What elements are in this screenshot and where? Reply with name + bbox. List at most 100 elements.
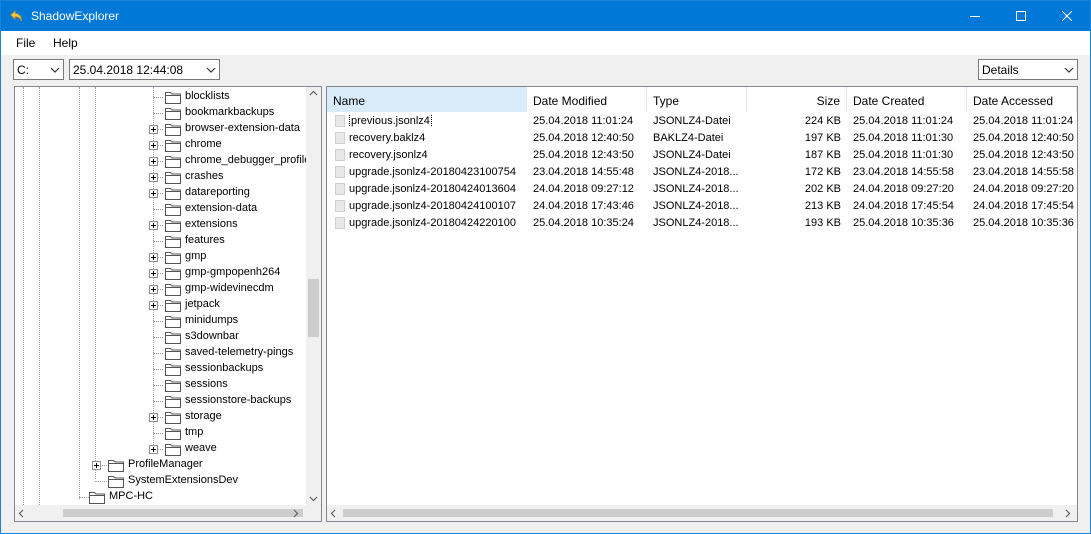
title-bar[interactable]: ShadowExplorer — [1, 1, 1090, 31]
list-horizontal-scrollbar[interactable] — [327, 505, 1077, 521]
expand-plus-icon[interactable] — [149, 173, 158, 182]
tree-item-label: tmp — [185, 426, 204, 438]
expand-plus-icon[interactable] — [149, 141, 158, 150]
tree-vertical-scroll-thumb[interactable] — [308, 279, 319, 337]
folder-icon — [165, 172, 181, 184]
view-select[interactable]: Details — [978, 59, 1078, 80]
tree-connector-line — [153, 209, 163, 210]
cell-name: recovery.jsonlz4 — [349, 149, 428, 161]
table-row[interactable]: recovery.jsonlz4 25.04.2018 12:43:50 JSONL… — [327, 147, 1077, 164]
cell-date-created: 23.04.2018 14:55:58 — [853, 166, 954, 178]
tree-connector-line — [153, 321, 163, 322]
expand-plus-icon[interactable] — [149, 125, 158, 134]
drive-select[interactable]: C: — [13, 59, 64, 80]
chevron-down-icon — [1064, 67, 1074, 73]
view-select-value: Details — [982, 63, 1019, 77]
folder-icon — [165, 364, 181, 376]
cell-date-accessed: 24.04.2018 09:27:20 — [973, 183, 1074, 195]
folder-icon — [108, 460, 124, 472]
column-header-date-modified[interactable]: Date Modified — [527, 87, 647, 112]
tree-item-label: MPC-HC — [109, 490, 153, 502]
cell-type: JSONLZ4-2018... — [653, 166, 739, 178]
expand-plus-icon[interactable] — [149, 269, 158, 278]
cell-size: 202 KB — [804, 183, 841, 195]
tree-connector-line — [153, 369, 163, 370]
folder-icon — [165, 188, 181, 200]
column-header-size[interactable]: Size — [747, 87, 847, 112]
table-row[interactable]: recovery.baklz4 25.04.2018 12:40:50 BAKLZ4… — [327, 130, 1077, 147]
scroll-down-arrow-icon[interactable] — [309, 495, 318, 502]
minimize-button[interactable] — [952, 1, 998, 31]
expand-plus-icon[interactable] — [149, 285, 158, 294]
maximize-button[interactable] — [998, 1, 1044, 31]
tree-item-label: crashes — [185, 170, 224, 182]
close-button[interactable] — [1044, 1, 1090, 31]
folder-icon — [165, 348, 181, 360]
folder-icon — [165, 444, 181, 456]
tree-item-label: sessionstore-backups — [185, 394, 292, 406]
folder-icon — [165, 428, 181, 440]
expand-plus-icon[interactable] — [149, 221, 158, 230]
tree-item-label: sessions — [185, 378, 228, 390]
tree-horizontal-scrollbar[interactable] — [15, 505, 321, 521]
list-horizontal-scroll-thumb[interactable] — [343, 509, 1053, 517]
column-header-type[interactable]: Type — [647, 87, 747, 112]
scroll-up-arrow-icon[interactable] — [309, 90, 318, 97]
menu-file[interactable]: File — [16, 36, 35, 50]
cell-date-created: 25.04.2018 11:01:30 — [853, 132, 954, 144]
cell-size: 224 KB — [804, 115, 841, 127]
tree-horizontal-scroll-thumb[interactable] — [63, 509, 303, 517]
file-icon — [335, 183, 345, 195]
cell-date-created: 25.04.2018 10:35:36 — [853, 217, 954, 229]
tree-item-label: bookmarkbackups — [185, 106, 275, 118]
snapshot-select[interactable]: 25.04.2018 12:44:08 — [69, 59, 220, 80]
tree-item-label: saved-telemetry-pings — [185, 346, 294, 358]
cell-date-accessed: 25.04.2018 12:43:50 — [973, 149, 1074, 161]
cell-type: JSONLZ4-Datei — [653, 149, 731, 161]
expand-plus-icon[interactable] — [149, 253, 158, 262]
file-list[interactable]: Name Date Modified Type Size Date Create… — [326, 86, 1078, 522]
scroll-right-arrow-icon[interactable] — [1064, 509, 1071, 518]
table-row[interactable]: upgrade.jsonlz4-20180424220100 25.04.2018… — [327, 215, 1077, 232]
folder-icon — [89, 492, 105, 504]
tree-vertical-scrollbar[interactable] — [306, 87, 321, 505]
folder-icon — [165, 236, 181, 248]
column-header-date-created[interactable]: Date Created — [847, 87, 967, 112]
tree-item-label: features — [185, 234, 225, 246]
folder-tree[interactable]: blocklists bookmarkbackups browser-extensi… — [14, 86, 322, 522]
file-icon — [335, 200, 345, 212]
expand-plus-icon[interactable] — [149, 413, 158, 422]
cell-date-modified: 25.04.2018 12:40:50 — [533, 132, 634, 144]
column-header-name[interactable]: Name — [327, 87, 527, 112]
snapshot-select-value: 25.04.2018 12:44:08 — [73, 63, 184, 77]
expand-plus-icon[interactable] — [149, 189, 158, 198]
undo-arrow-app-icon — [10, 10, 22, 22]
expand-plus-icon[interactable] — [149, 445, 158, 454]
scroll-left-arrow-icon[interactable] — [18, 509, 25, 518]
folder-icon — [165, 332, 181, 344]
table-row[interactable]: upgrade.jsonlz4-20180424100107 24.04.2018… — [327, 198, 1077, 215]
column-header-date-accessed[interactable]: Date Accessed — [967, 87, 1077, 112]
cell-type: JSONLZ4-Datei — [653, 115, 731, 127]
table-row[interactable]: previous.jsonlz4 25.04.2018 11:01:24 JSONL… — [327, 113, 1077, 130]
menu-help[interactable]: Help — [53, 36, 78, 50]
scroll-right-arrow-icon[interactable] — [292, 509, 299, 518]
cell-date-accessed: 25.04.2018 11:01:24 — [973, 115, 1074, 127]
table-row[interactable]: upgrade.jsonlz4-20180424013604 24.04.2018… — [327, 181, 1077, 198]
tree-item-label: chrome — [185, 138, 222, 150]
folder-icon — [165, 252, 181, 264]
tree-item-label: blocklists — [185, 90, 230, 102]
cell-type: BAKLZ4-Datei — [653, 132, 724, 144]
expand-plus-icon[interactable] — [92, 461, 101, 470]
tree-item-label: jetpack — [185, 298, 220, 310]
folder-icon — [165, 204, 181, 216]
scroll-left-arrow-icon[interactable] — [330, 509, 337, 518]
cell-date-created: 24.04.2018 17:45:54 — [853, 200, 954, 212]
expand-plus-icon[interactable] — [149, 157, 158, 166]
expand-plus-icon[interactable] — [149, 301, 158, 310]
folder-icon — [165, 268, 181, 280]
tree-connector-line — [95, 481, 107, 482]
cell-date-modified: 24.04.2018 17:43:46 — [533, 200, 634, 212]
table-row[interactable]: upgrade.jsonlz4-20180423100754 23.04.2018… — [327, 164, 1077, 181]
close-icon — [1062, 11, 1072, 21]
